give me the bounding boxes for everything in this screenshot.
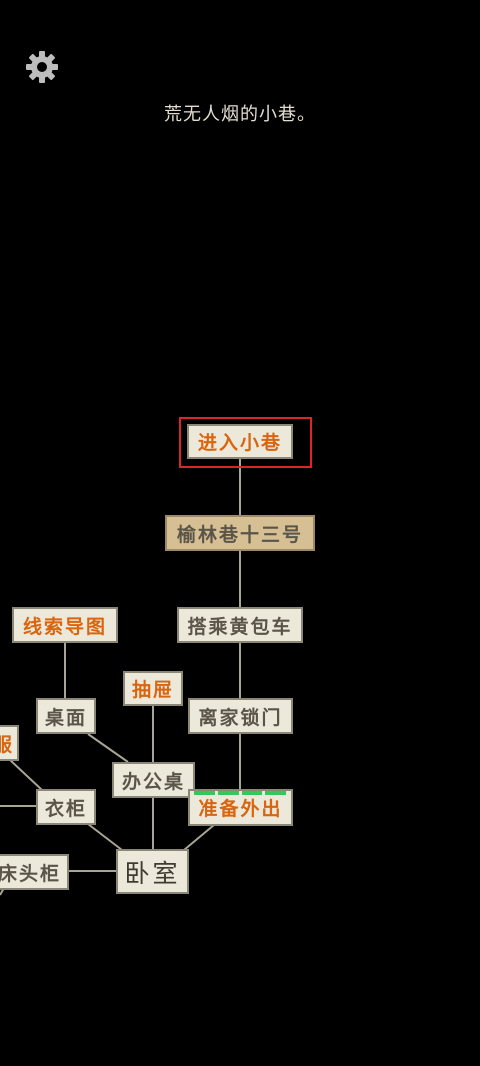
- progress-segment: [265, 791, 286, 795]
- progress-segment: [241, 791, 263, 795]
- node-lock-door[interactable]: 离家锁门: [188, 698, 293, 734]
- node-rickshaw[interactable]: 搭乘黄包车: [177, 607, 303, 643]
- node-drawer[interactable]: 抽屉: [123, 671, 183, 706]
- node-office-desk[interactable]: 办公桌: [112, 762, 195, 798]
- node-bedroom[interactable]: 卧室: [116, 849, 189, 894]
- node-clothes-partial[interactable]: 服: [0, 725, 19, 761]
- link-wardrobe-bedroom: [87, 823, 123, 851]
- node-wardrobe[interactable]: 衣柜: [36, 789, 96, 825]
- progress-segment: [194, 791, 215, 795]
- link-clothes-wardrobe: [9, 759, 43, 791]
- link-desk-office: [87, 733, 129, 763]
- progress-segment: [217, 791, 239, 795]
- node-clue-map[interactable]: 线索导图: [12, 607, 118, 643]
- link-prepare-bedroom: [183, 824, 215, 851]
- node-desk-surface[interactable]: 桌面: [36, 698, 96, 734]
- node-yulin-13[interactable]: 榆林巷十三号: [165, 515, 315, 551]
- node-nightstand[interactable]: 床头柜: [0, 854, 69, 890]
- prepare-out-progress: [194, 791, 286, 795]
- node-enter-alley[interactable]: 进入小巷: [187, 424, 293, 459]
